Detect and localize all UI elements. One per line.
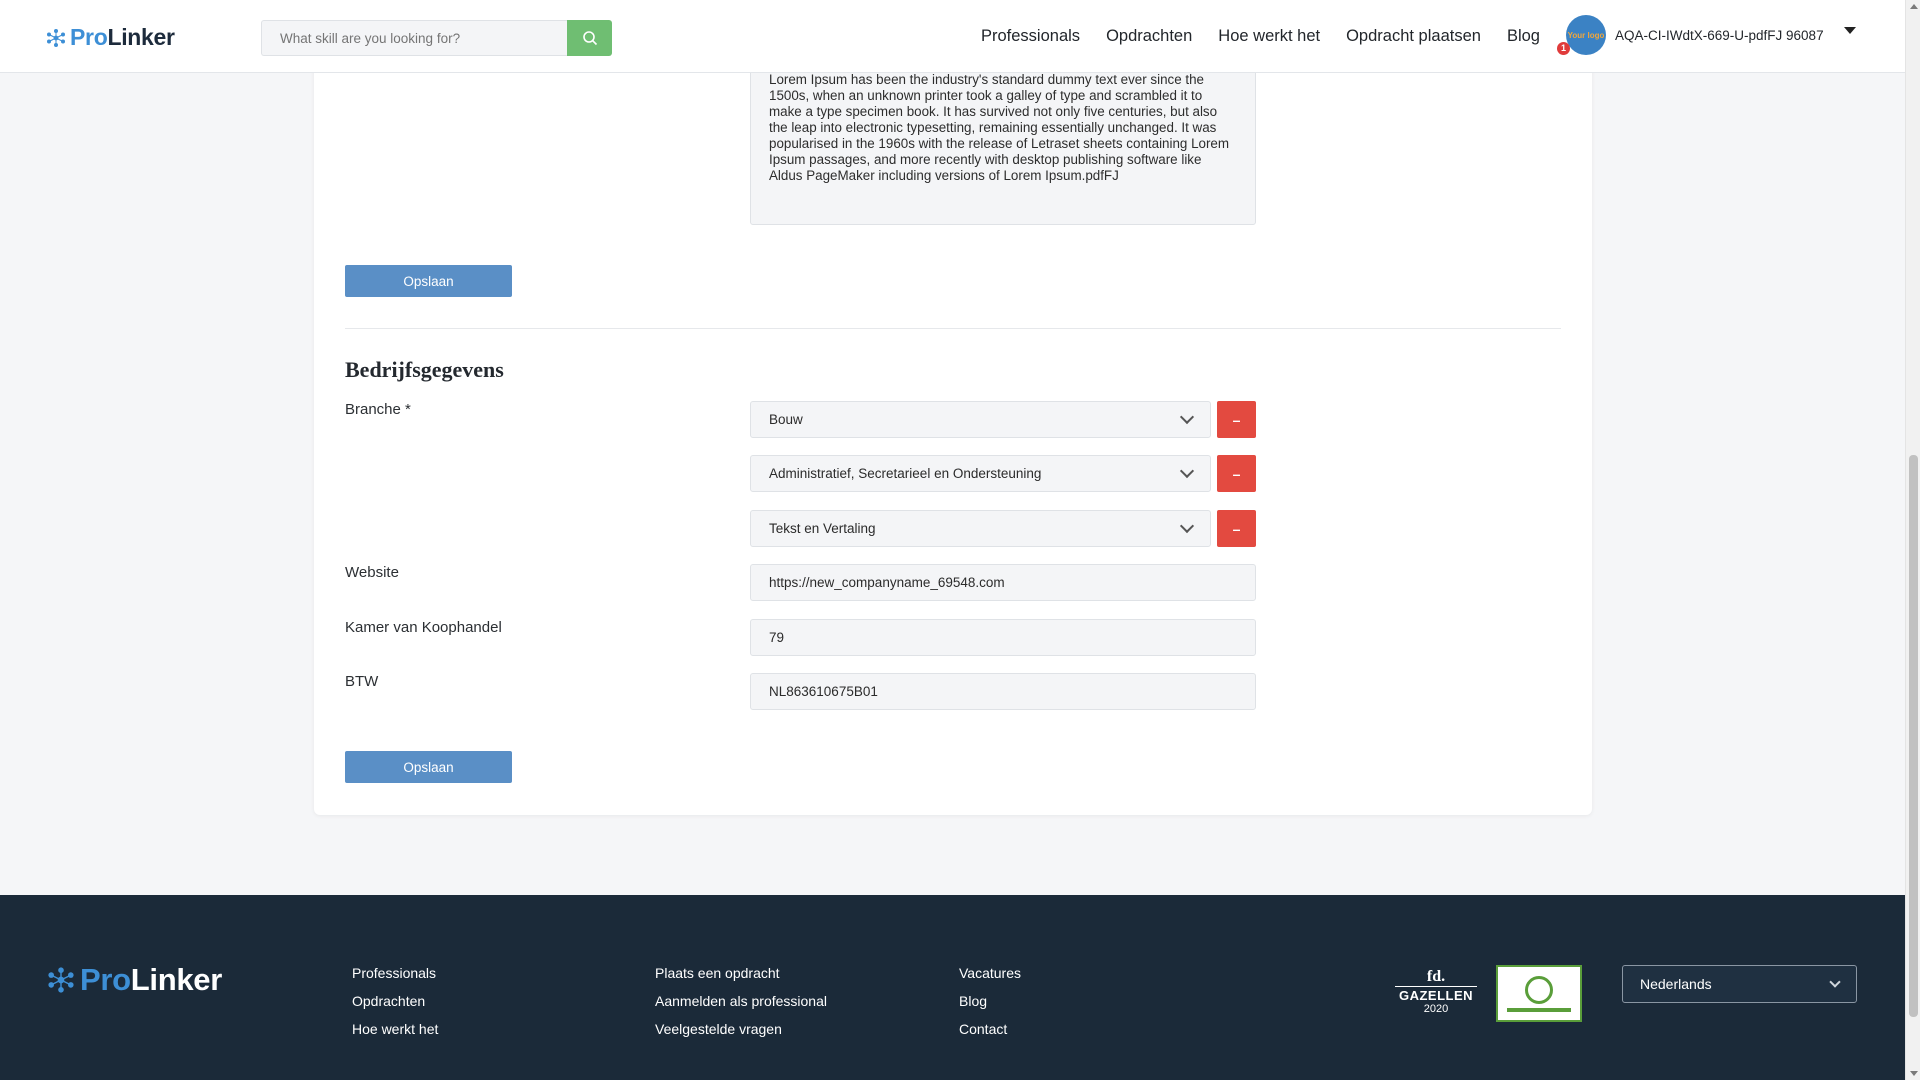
branche-select-1[interactable]: Bouw: [750, 401, 1211, 438]
footer-col-2: Plaats een opdracht Aanmelden als profes…: [655, 965, 827, 1037]
search-icon: [582, 31, 597, 46]
notification-badge[interactable]: 1: [1557, 42, 1570, 55]
branche-value-1: Bouw: [769, 412, 803, 427]
language-value: Nederlands: [1640, 976, 1712, 992]
remove-branche-button-2[interactable]: –: [1217, 455, 1256, 492]
prolinker-logo[interactable]: ProLinker: [46, 24, 175, 51]
footer-logo[interactable]: ProLinker: [47, 962, 222, 998]
footer-link-aanmelden[interactable]: Aanmelden als professional: [655, 993, 827, 1009]
nav-professionals[interactable]: Professionals: [981, 27, 1080, 46]
language-select[interactable]: Nederlands: [1622, 965, 1857, 1003]
footer-logo-linker: Linker: [130, 962, 223, 997]
scroll-down-icon[interactable]: [1910, 1071, 1918, 1076]
avatar[interactable]: Your logo 1: [1557, 15, 1606, 55]
btw-label: BTW: [345, 673, 379, 690]
scrollbar-thumb[interactable]: [1909, 455, 1918, 1017]
save-profile-button[interactable]: Opslaan: [345, 265, 512, 297]
user-name[interactable]: AQA-CI-IWdtX-669-U-pdfFJ 96087: [1615, 28, 1824, 43]
scroll-up-icon[interactable]: [1910, 4, 1918, 9]
branche-select-2[interactable]: Administratief, Secretarieel en Onderste…: [750, 455, 1211, 492]
nav-opdrachten[interactable]: Opdrachten: [1106, 27, 1192, 46]
caret-down-icon[interactable]: [1843, 26, 1856, 34]
fd-gazellen-text: GAZELLEN: [1395, 986, 1477, 1003]
kvk-label: Kamer van Koophandel: [345, 619, 502, 636]
chevron-down-icon: [1179, 518, 1195, 534]
award-badge-icon: [1496, 965, 1582, 1022]
fd-year-text: 2020: [1423, 1003, 1449, 1015]
nav-blog[interactable]: Blog: [1507, 27, 1540, 46]
remove-branche-button-3[interactable]: –: [1217, 510, 1256, 547]
footer-logo-pro: Pro: [80, 962, 131, 997]
logo-linker: Linker: [107, 24, 175, 50]
award-bar: [1507, 1007, 1571, 1012]
footer-logo-text: ProLinker: [80, 962, 222, 998]
footer-col-3: Vacatures Blog Contact: [959, 965, 1021, 1037]
company-section-title: Bedrijfsgegevens: [345, 357, 504, 382]
footer-link-faq[interactable]: Veelgestelde vragen: [655, 1021, 827, 1037]
footer-link-opdrachten[interactable]: Opdrachten: [352, 993, 438, 1009]
footer: ProLinker Professionals Opdrachten Hoe w…: [0, 895, 1905, 1080]
logo-pro: Pro: [70, 24, 108, 50]
top-header: ProLinker Professionals Opdrachten Hoe w…: [0, 0, 1905, 73]
nav-hoe-werkt-het[interactable]: Hoe werkt het: [1218, 27, 1320, 46]
website-label: Website: [345, 564, 399, 581]
search-input[interactable]: [261, 20, 567, 56]
logo-network-icon: [48, 967, 74, 993]
chevron-down-icon: [1179, 409, 1195, 425]
fd-gazellen-logo: fd. GAZELLEN 2020: [1395, 968, 1477, 1016]
remove-branche-button-1[interactable]: –: [1217, 401, 1256, 438]
footer-col-1: Professionals Opdrachten Hoe werkt het: [352, 965, 438, 1037]
search-button[interactable]: [567, 20, 612, 56]
save-company-button[interactable]: Opslaan: [345, 751, 512, 783]
logo-network-icon: [47, 28, 65, 47]
branche-value-2: Administratief, Secretarieel en Onderste…: [769, 466, 1042, 481]
footer-link-blog[interactable]: Blog: [959, 993, 1021, 1009]
branche-value-3: Tekst en Vertaling: [769, 521, 876, 536]
kvk-input[interactable]: 79: [750, 619, 1256, 656]
branche-select-3[interactable]: Tekst en Vertaling: [750, 510, 1211, 547]
footer-link-contact[interactable]: Contact: [959, 1021, 1021, 1037]
chevron-down-icon: [1179, 463, 1195, 479]
chevron-down-icon: [1829, 975, 1841, 988]
fd-top-text: fd.: [1426, 968, 1446, 985]
branche-label: Branche *: [345, 401, 411, 418]
main-nav: Professionals Opdrachten Hoe werkt het O…: [981, 27, 1540, 46]
logo-text: ProLinker: [70, 24, 175, 51]
page-scrollbar[interactable]: [1905, 0, 1920, 1080]
footer-link-plaats-opdracht[interactable]: Plaats een opdracht: [655, 965, 827, 981]
nav-opdracht-plaatsen[interactable]: Opdracht plaatsen: [1346, 27, 1481, 46]
avatar-text: Your logo: [1567, 30, 1605, 40]
footer-link-hoe-werkt-het[interactable]: Hoe werkt het: [352, 1021, 438, 1037]
user-menu[interactable]: Your logo 1 AQA-CI-IWdtX-669-U-pdfFJ 960…: [1557, 15, 1856, 55]
btw-input[interactable]: NL863610675B01: [750, 673, 1256, 710]
website-input[interactable]: https://new_companyname_69548.com: [750, 564, 1256, 601]
search-bar: [261, 20, 612, 56]
footer-link-professionals[interactable]: Professionals: [352, 965, 438, 981]
section-divider: [345, 328, 1561, 329]
award-seal-icon: [1525, 975, 1553, 1004]
footer-link-vacatures[interactable]: Vacatures: [959, 965, 1021, 981]
